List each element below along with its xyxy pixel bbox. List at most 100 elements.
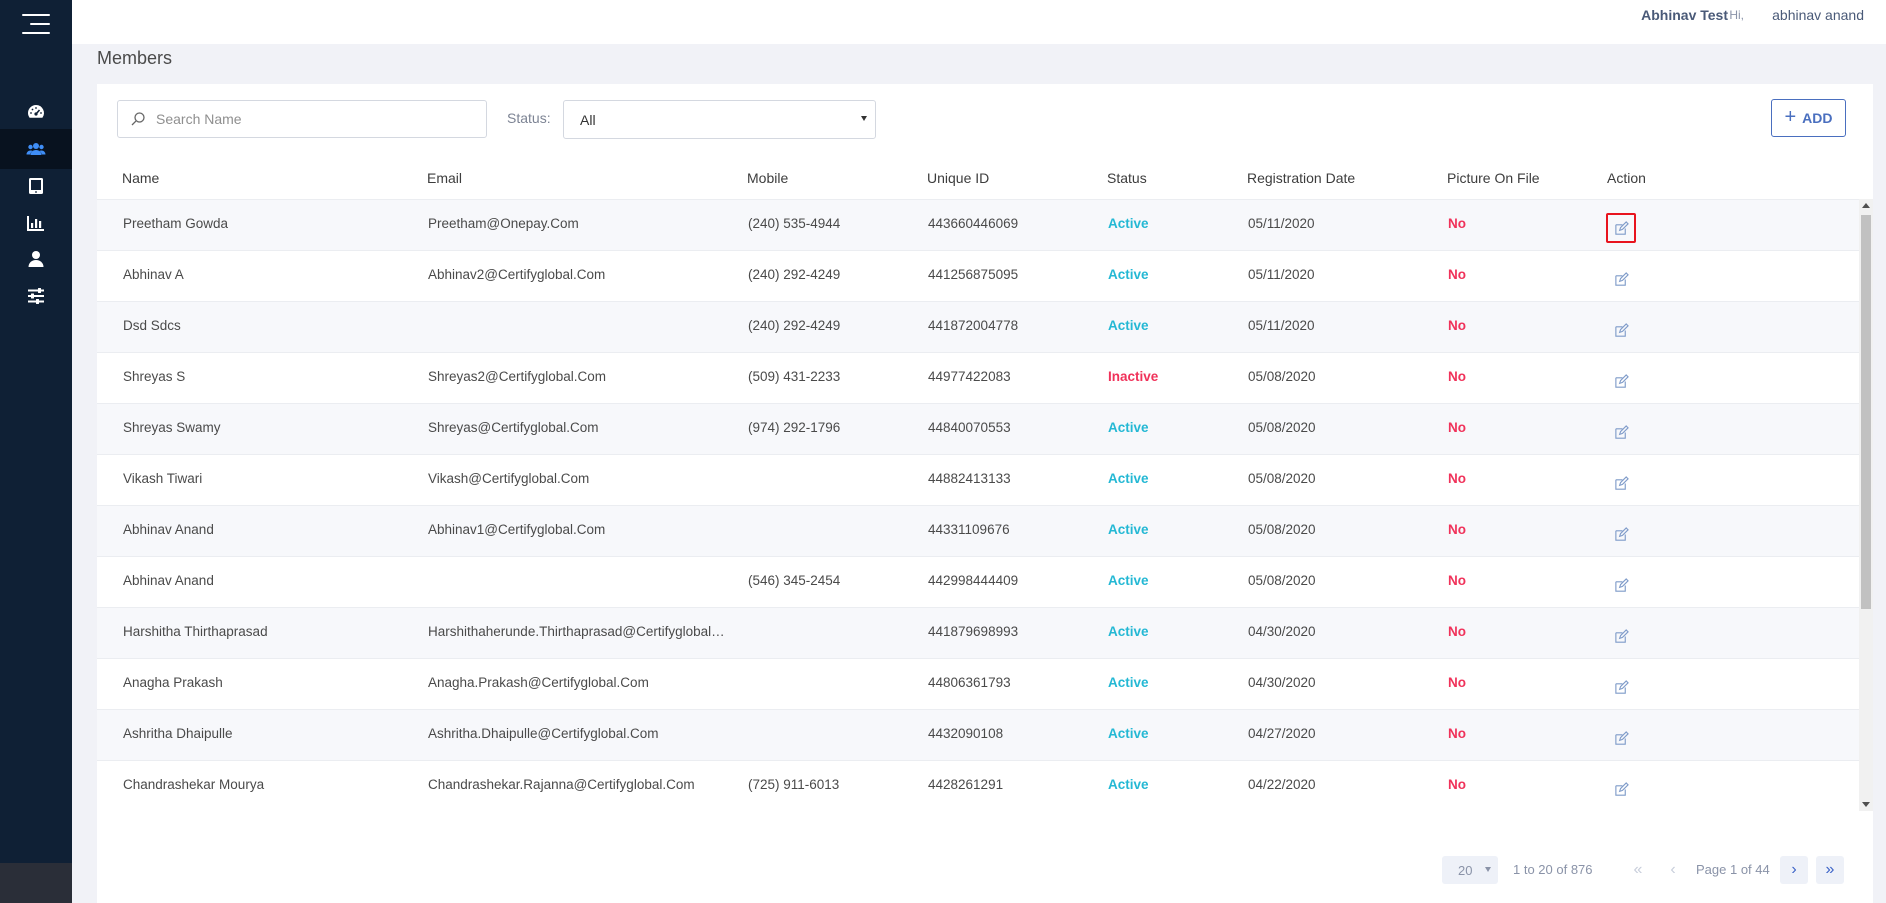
- sidebar-item-members[interactable]: [0, 129, 72, 169]
- next-page-button[interactable]: ›: [1780, 856, 1808, 884]
- member-picture-on-file: No: [1448, 369, 1466, 384]
- column-header-mobile[interactable]: Mobile: [747, 170, 788, 186]
- member-registration-date: 05/08/2020: [1248, 369, 1316, 384]
- edit-member-button[interactable]: [1606, 417, 1636, 447]
- sidebar-item-devices[interactable]: [0, 166, 72, 206]
- edit-member-button[interactable]: [1606, 570, 1636, 600]
- member-unique-id: 442998444409: [928, 573, 1019, 588]
- page-size-select[interactable]: 20: [1442, 856, 1498, 884]
- edit-member-button[interactable]: [1606, 315, 1636, 345]
- pagination-range: 1 to 20 of 876: [1513, 862, 1593, 877]
- edit-member-button[interactable]: [1606, 774, 1636, 804]
- edit-member-button[interactable]: [1606, 672, 1636, 702]
- table-row: Chandrashekar Mourya Chandrashekar.Rajann…: [97, 760, 1859, 811]
- user-menu[interactable]: abhinav anand: [1772, 7, 1864, 23]
- edit-member-button[interactable]: [1606, 366, 1636, 396]
- first-page-button[interactable]: «: [1624, 856, 1652, 884]
- edit-icon: [1614, 577, 1629, 592]
- page-title: Members: [97, 48, 173, 68]
- edit-icon: [1614, 373, 1629, 388]
- member-unique-id: 441256875095: [928, 267, 1019, 282]
- organization-name: Abhinav Test: [1641, 7, 1728, 23]
- settings-sliders-icon: [28, 288, 44, 304]
- edit-icon: [1614, 730, 1629, 745]
- member-status: Active: [1108, 522, 1149, 537]
- table-row: Vikash Tiwari Vikash@Certifyglobal.Com 448…: [97, 454, 1859, 505]
- previous-page-button[interactable]: ‹: [1659, 856, 1687, 884]
- member-unique-id: 44806361793: [928, 675, 1011, 690]
- member-registration-date: 04/30/2020: [1248, 675, 1316, 690]
- add-member-button[interactable]: + ADD: [1771, 99, 1846, 137]
- sidebar: [0, 0, 72, 903]
- tablet-device-icon: [29, 178, 43, 194]
- edit-member-button[interactable]: [1606, 723, 1636, 753]
- member-email: Ashritha.Dhaipulle@Certifyglobal.Com: [428, 726, 659, 741]
- edit-member-button[interactable]: [1606, 264, 1636, 294]
- member-unique-id: 44977422083: [928, 369, 1011, 384]
- member-registration-date: 05/08/2020: [1248, 420, 1316, 435]
- column-header-email[interactable]: Email: [427, 170, 462, 186]
- member-mobile: (725) 911-6013: [748, 777, 840, 792]
- column-header-status[interactable]: Status: [1107, 170, 1147, 186]
- edit-icon: [1614, 526, 1629, 541]
- scrollbar-thumb[interactable]: [1861, 215, 1871, 609]
- edit-icon: [1614, 475, 1629, 490]
- member-name: Shreyas Swamy: [123, 420, 221, 435]
- member-picture-on-file: No: [1448, 267, 1466, 282]
- edit-icon: [1614, 679, 1629, 694]
- table-header: Name Email Mobile Unique ID Status Regis…: [97, 170, 1873, 200]
- member-name: Harshitha Thirthaprasad: [123, 624, 268, 639]
- member-picture-on-file: No: [1448, 777, 1466, 792]
- column-header-registration-date[interactable]: Registration Date: [1247, 170, 1355, 186]
- member-unique-id: 4428261291: [928, 777, 1004, 792]
- member-picture-on-file: No: [1448, 624, 1466, 639]
- member-picture-on-file: No: [1448, 573, 1466, 588]
- status-filter-select[interactable]: All: [563, 100, 876, 139]
- search-box[interactable]: [117, 100, 487, 138]
- sidebar-item-profile[interactable]: [0, 239, 72, 279]
- table-row: Abhinav A Abhinav2@Certifyglobal.Com (240)…: [97, 250, 1859, 301]
- member-status: Active: [1108, 726, 1149, 741]
- edit-member-button[interactable]: [1606, 621, 1636, 651]
- member-email: Anagha.Prakash@Certifyglobal.Com: [428, 675, 649, 690]
- member-status: Active: [1108, 216, 1149, 231]
- column-header-name[interactable]: Name: [122, 170, 159, 186]
- greeting-text: Hi,: [1729, 8, 1744, 22]
- edit-member-button[interactable]: [1606, 213, 1636, 243]
- member-mobile: (546) 345-2454: [748, 573, 841, 588]
- table-row: Abhinav Anand (546) 345-2454 442998444409 A…: [97, 556, 1859, 607]
- table-scrollbar[interactable]: [1859, 199, 1873, 811]
- edit-member-button[interactable]: [1606, 468, 1636, 498]
- member-picture-on-file: No: [1448, 318, 1466, 333]
- member-picture-on-file: No: [1448, 522, 1466, 537]
- hamburger-menu-icon[interactable]: [20, 14, 50, 34]
- member-unique-id: 443660446069: [928, 216, 1019, 231]
- search-input[interactable]: [156, 111, 476, 127]
- edit-member-button[interactable]: [1606, 519, 1636, 549]
- scroll-up-arrow-icon[interactable]: [1862, 203, 1870, 208]
- member-registration-date: 05/08/2020: [1248, 573, 1316, 588]
- member-registration-date: 04/22/2020: [1248, 777, 1316, 792]
- column-header-picture-on-file[interactable]: Picture On File: [1447, 170, 1540, 186]
- member-status: Active: [1108, 675, 1149, 690]
- member-registration-date: 05/11/2020: [1248, 318, 1315, 333]
- scroll-down-arrow-icon[interactable]: [1862, 802, 1870, 807]
- member-unique-id: 4432090108: [928, 726, 1004, 741]
- member-email: Abhinav2@Certifyglobal.Com: [428, 267, 606, 282]
- edit-icon: [1614, 322, 1629, 337]
- last-page-button[interactable]: »: [1816, 856, 1844, 884]
- member-email: Chandrashekar.Rajanna@Certifyglobal.Com: [428, 777, 695, 792]
- member-mobile: (240) 535-4944: [748, 216, 841, 231]
- members-table-body: Preetham Gowda Preetham@Onepay.Com (240) 5…: [97, 199, 1859, 811]
- sidebar-item-dashboard[interactable]: [0, 92, 72, 132]
- table-row: Ashritha Dhaipulle Ashritha.Dhaipulle@Cer…: [97, 709, 1859, 760]
- edit-icon: [1614, 781, 1629, 796]
- member-picture-on-file: No: [1448, 216, 1466, 231]
- column-header-unique-id[interactable]: Unique ID: [927, 170, 989, 186]
- member-name: Ashritha Dhaipulle: [123, 726, 233, 741]
- table-row: Anagha Prakash Anagha.Prakash@Certifyglob…: [97, 658, 1859, 709]
- sidebar-item-reports[interactable]: [0, 203, 72, 243]
- member-unique-id: 441879698993: [928, 624, 1019, 639]
- sidebar-item-settings[interactable]: [0, 276, 72, 316]
- member-picture-on-file: No: [1448, 420, 1466, 435]
